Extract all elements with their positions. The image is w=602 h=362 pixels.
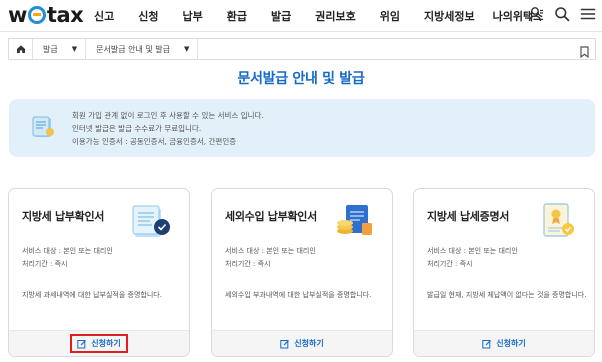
breadcrumb: 발급 ▼ 문서발급 안내 및 발급 ▼ [8, 38, 596, 60]
nav-item-pay[interactable]: 납부 [183, 8, 203, 24]
notice-document-icon [31, 115, 57, 143]
info-line-certs: 이용가능 인증서 : 공동인증서, 금융인증서, 간편인증 [72, 137, 237, 146]
card-description: 발급일 현재, 지방세 체납액이 없다는 것을 증명합니다. [427, 291, 587, 299]
nav-item-local-tax-info[interactable]: 지방세정보 [424, 8, 475, 24]
apply-button[interactable]: 신청하기 [70, 334, 128, 353]
nav-item-issue[interactable]: 발급 [271, 8, 291, 24]
nav-item-apply[interactable]: 신청 [138, 8, 158, 24]
card-local-tax-payment-confirmation: 지방세 납부확인서 서비스 대상 : 본인 또는 대리인 처리기간 : 즉시 지… [8, 188, 190, 357]
card-description: 지방세 과세내역에 대한 납부실적을 증명합니다. [22, 291, 162, 299]
card-title: 세외수입 납부확인서 [225, 210, 317, 223]
header-icons [528, 6, 596, 22]
service-target: 서비스 대상 : 본인 또는 대리인 [225, 247, 316, 255]
card-meta: 서비스 대상 : 본인 또는 대리인 처리기간 : 즉시 [225, 245, 316, 271]
logo-suffix: tax [46, 3, 84, 27]
certificate-badge-icon [536, 201, 580, 241]
edit-icon [280, 339, 290, 348]
card-local-tax-payment-certificate: 지방세 납세증명서 서비스 대상 : 본인 또는 대리인 처리기간 : 즉시 발… [413, 188, 595, 357]
document-coins-icon [334, 201, 378, 241]
breadcrumb-level-2[interactable]: 문서발급 안내 및 발급 ▼ [86, 39, 199, 59]
nav-item-rights[interactable]: 권리보호 [315, 8, 355, 24]
processing-time: 처리기간 : 즉시 [427, 260, 473, 268]
breadcrumb-level-1-label: 발급 [43, 44, 58, 54]
processing-time: 처리기간 : 즉시 [22, 260, 68, 268]
card-footer: 신청하기 [414, 330, 594, 356]
user-icon[interactable] [528, 6, 544, 22]
search-icon[interactable] [554, 6, 570, 22]
site-header: w tax 신고 신청 납부 환급 발급 권리보호 위임 지방세정보 나의위택스 [0, 0, 602, 32]
breadcrumb-level-2-label: 문서발급 안내 및 발급 [96, 44, 170, 54]
apply-button-label: 신청하기 [294, 339, 324, 348]
page-title: 문서발급 안내 및 발급 [237, 71, 365, 87]
wetax-logo[interactable]: w tax [8, 3, 84, 27]
apply-button[interactable]: 신청하기 [274, 335, 329, 352]
card-title: 지방세 납세증명서 [427, 210, 510, 223]
card-non-tax-revenue-payment-confirmation: 세외수입 납부확인서 서비스 대상 : 본인 또는 대리인 처리기간 : 즉시 … [211, 188, 393, 357]
nav-item-delegate[interactable]: 위임 [380, 8, 400, 24]
apply-button-label: 신청하기 [91, 339, 121, 348]
chevron-down-icon: ▼ [71, 45, 78, 53]
apply-button-label: 신청하기 [496, 339, 526, 348]
logo-e-ring-icon [27, 6, 46, 24]
service-target: 서비스 대상 : 본인 또는 대리인 [22, 247, 113, 255]
chevron-down-icon: ▼ [184, 45, 190, 53]
bookmark-icon[interactable] [580, 43, 589, 62]
card-title: 지방세 납부확인서 [22, 210, 105, 223]
card-meta: 서비스 대상 : 본인 또는 대리인 처리기간 : 즉시 [427, 245, 518, 271]
edit-icon [77, 339, 87, 348]
info-box: 회원 가입 관계 없이 로그인 후 사용할 수 있는 서비스 입니다. 인터넷 … [9, 99, 595, 157]
main-nav: 신고 신청 납부 환급 발급 권리보호 위임 지방세정보 나의위택스 [94, 0, 561, 32]
logo-prefix: w [8, 3, 27, 27]
processing-time: 처리기간 : 즉시 [225, 260, 271, 268]
info-line-fee: 인터넷 발급은 발급 수수료가 무료입니다. [72, 124, 202, 133]
nav-item-report[interactable]: 신고 [94, 8, 114, 24]
info-text: 회원 가입 관계 없이 로그인 후 사용할 수 있는 서비스 입니다. 인터넷 … [72, 109, 264, 148]
document-check-icon [131, 201, 175, 241]
edit-icon [482, 339, 492, 348]
breadcrumb-level-1[interactable]: 발급 ▼ [33, 39, 87, 59]
apply-button[interactable]: 신청하기 [476, 335, 531, 352]
menu-icon[interactable] [580, 6, 596, 22]
nav-item-refund[interactable]: 환급 [227, 8, 247, 24]
service-target: 서비스 대상 : 본인 또는 대리인 [427, 247, 518, 255]
card-footer: 신청하기 [212, 330, 392, 356]
card-description: 세외수입 부과내역에 대한 납부실적을 증명합니다. [225, 291, 372, 299]
info-line-login: 회원 가입 관계 없이 로그인 후 사용할 수 있는 서비스 입니다. [72, 111, 264, 120]
card-meta: 서비스 대상 : 본인 또는 대리인 처리기간 : 즉시 [22, 245, 113, 271]
home-icon[interactable] [9, 39, 33, 59]
card-footer: 신청하기 [9, 330, 189, 356]
